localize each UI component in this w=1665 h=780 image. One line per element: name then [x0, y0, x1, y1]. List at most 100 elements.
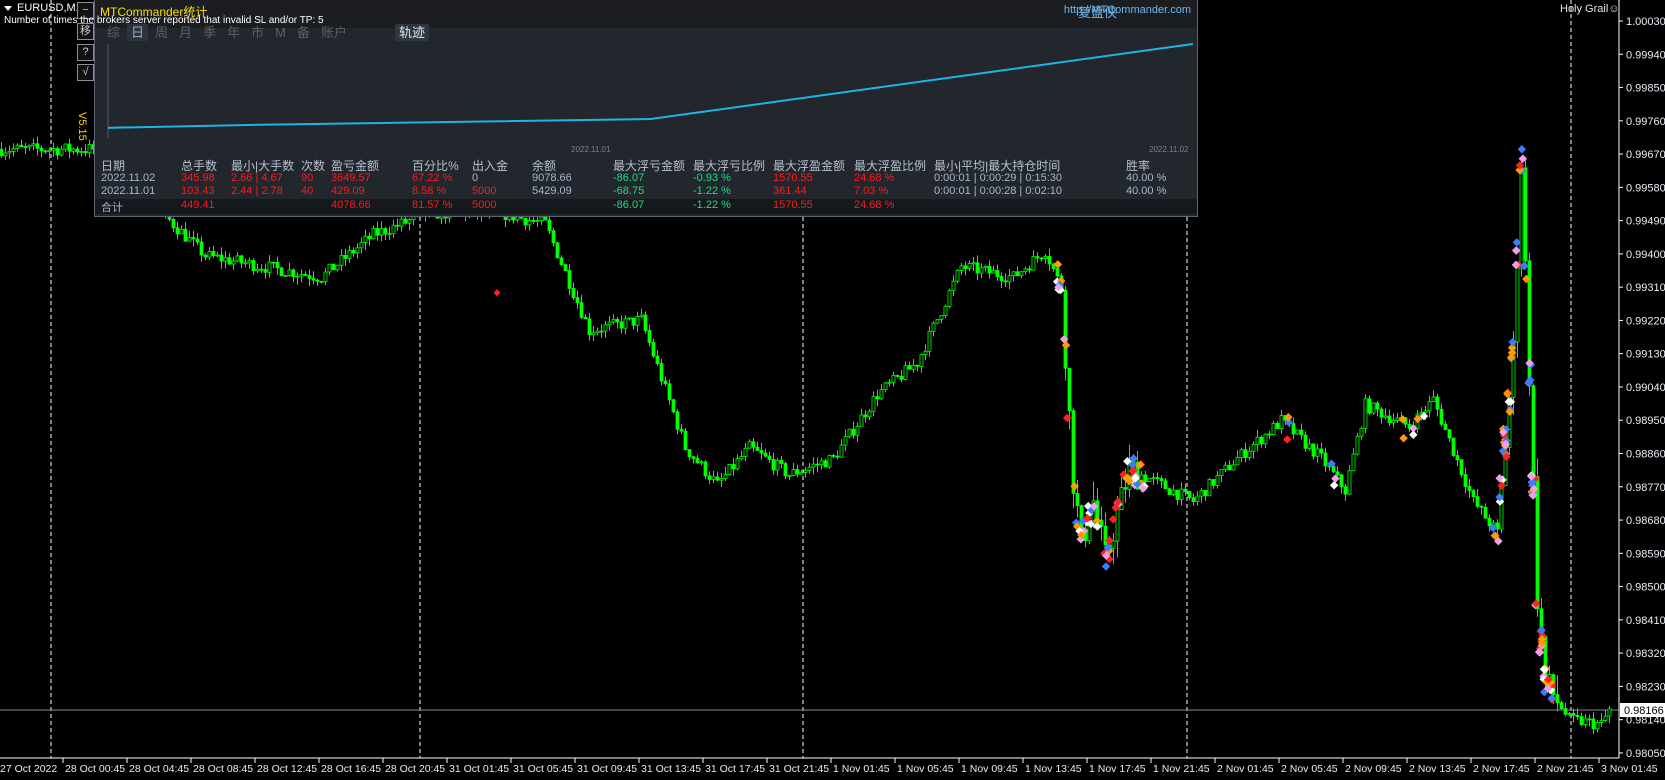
candle	[1471, 488, 1476, 503]
tab-4[interactable]: 季	[199, 24, 220, 41]
candle	[83, 144, 88, 157]
candle	[1535, 458, 1540, 617]
candle	[363, 229, 368, 251]
candle	[1243, 442, 1248, 463]
candle	[303, 271, 308, 277]
candle	[1587, 714, 1592, 727]
candle	[1047, 248, 1052, 271]
candle	[199, 236, 204, 262]
trade-marker	[1101, 562, 1111, 571]
trade-marker	[1547, 694, 1557, 703]
cell-7: 5429.09	[532, 185, 572, 197]
candle	[927, 326, 932, 357]
time-tick-label: 2 Nov 17:45	[1473, 763, 1530, 775]
candle	[1355, 433, 1360, 456]
cell-0: 合计	[101, 202, 123, 214]
tab-0[interactable]: 综	[103, 24, 124, 41]
candle	[1339, 473, 1344, 494]
price-tick-label: 0.98500	[1626, 582, 1665, 594]
candle	[1555, 675, 1560, 712]
candle	[671, 398, 676, 414]
candle	[223, 250, 228, 269]
candle	[607, 315, 612, 331]
candle	[1275, 421, 1280, 430]
candle	[375, 221, 380, 241]
price-tick-label: 0.99040	[1626, 382, 1665, 394]
candle	[207, 247, 212, 260]
tab-7[interactable]: M	[271, 24, 290, 41]
tab-3[interactable]: 月	[175, 24, 196, 41]
price-axis[interactable]: 1.00030 0.99940 0.99850 0.99760 0.99670 0.995…	[1619, 16, 1665, 760]
candle	[735, 454, 740, 471]
candle	[695, 454, 700, 464]
candle	[387, 226, 392, 241]
candle	[335, 264, 340, 272]
candle	[1371, 402, 1376, 415]
time-tick-label: 28 Oct 04:45	[129, 763, 189, 775]
cell-6: 0	[472, 172, 479, 184]
candle	[623, 315, 628, 335]
cell-4: 429.09	[331, 185, 365, 197]
candle	[1171, 484, 1176, 497]
candle	[791, 462, 796, 477]
help-button[interactable]: ?	[77, 44, 94, 61]
cell-13: 40.00 %	[1126, 185, 1167, 197]
candle	[43, 149, 48, 154]
candle	[811, 457, 816, 475]
tab-2[interactable]: 周	[151, 24, 172, 41]
candle	[0, 142, 4, 158]
candle	[407, 217, 412, 231]
graph-label-end: 2022.11.02	[1149, 145, 1189, 154]
tab-9[interactable]: 账户	[317, 24, 351, 41]
price-tick-label: 0.99760	[1626, 116, 1665, 128]
time-axis[interactable]: 27 Oct 2022 28 Oct 00:45 28 Oct 04:45 28 Oc…	[0, 758, 1658, 775]
time-tick-label: 31 Oct 21:45	[769, 763, 829, 775]
candle	[1335, 466, 1340, 477]
candle	[579, 294, 584, 319]
url-link[interactable]: http://MTCommander.com	[1064, 4, 1191, 16]
trade-marker	[1399, 434, 1408, 443]
candle	[1379, 407, 1384, 424]
equity-graph	[107, 43, 1194, 138]
current-price-text: 0.98166	[1624, 705, 1664, 717]
candle	[175, 221, 180, 240]
candle	[635, 311, 640, 332]
tab-track[interactable]: 轨迹	[395, 24, 430, 41]
candle	[1239, 447, 1244, 463]
candle	[1343, 483, 1348, 501]
candle	[287, 262, 292, 278]
cell-9: -0.93 %	[693, 172, 731, 184]
candle	[1043, 254, 1048, 264]
price-tick-label: 0.98770	[1626, 482, 1665, 494]
candle	[1523, 157, 1528, 268]
candle	[551, 227, 556, 247]
candle	[783, 461, 788, 480]
candle	[1475, 488, 1480, 509]
tab-1[interactable]: 日	[127, 24, 149, 41]
candle	[815, 457, 820, 473]
tab-6[interactable]: 市	[247, 24, 268, 41]
candle	[691, 456, 696, 464]
candle	[875, 389, 880, 407]
candle	[367, 232, 372, 247]
tab-5[interactable]: 年	[223, 24, 244, 41]
candle	[283, 274, 288, 277]
candle	[191, 230, 196, 247]
cell-6: 5000	[472, 185, 497, 197]
candle	[1311, 443, 1316, 460]
candle	[1607, 706, 1612, 724]
candle	[295, 272, 300, 285]
price-tick-label: 0.99940	[1626, 49, 1665, 61]
cell-13: 40.00 %	[1126, 172, 1167, 184]
candle	[807, 462, 812, 474]
candle	[339, 249, 344, 272]
tab-8[interactable]: 备	[293, 24, 314, 41]
candle	[963, 261, 968, 276]
candle	[1527, 252, 1532, 396]
candle	[611, 314, 616, 325]
check-button[interactable]: √	[77, 64, 94, 81]
candle	[75, 146, 80, 156]
candle	[1383, 408, 1388, 420]
price-tick-label: 0.98680	[1626, 515, 1665, 527]
candles	[0, 136, 1612, 735]
